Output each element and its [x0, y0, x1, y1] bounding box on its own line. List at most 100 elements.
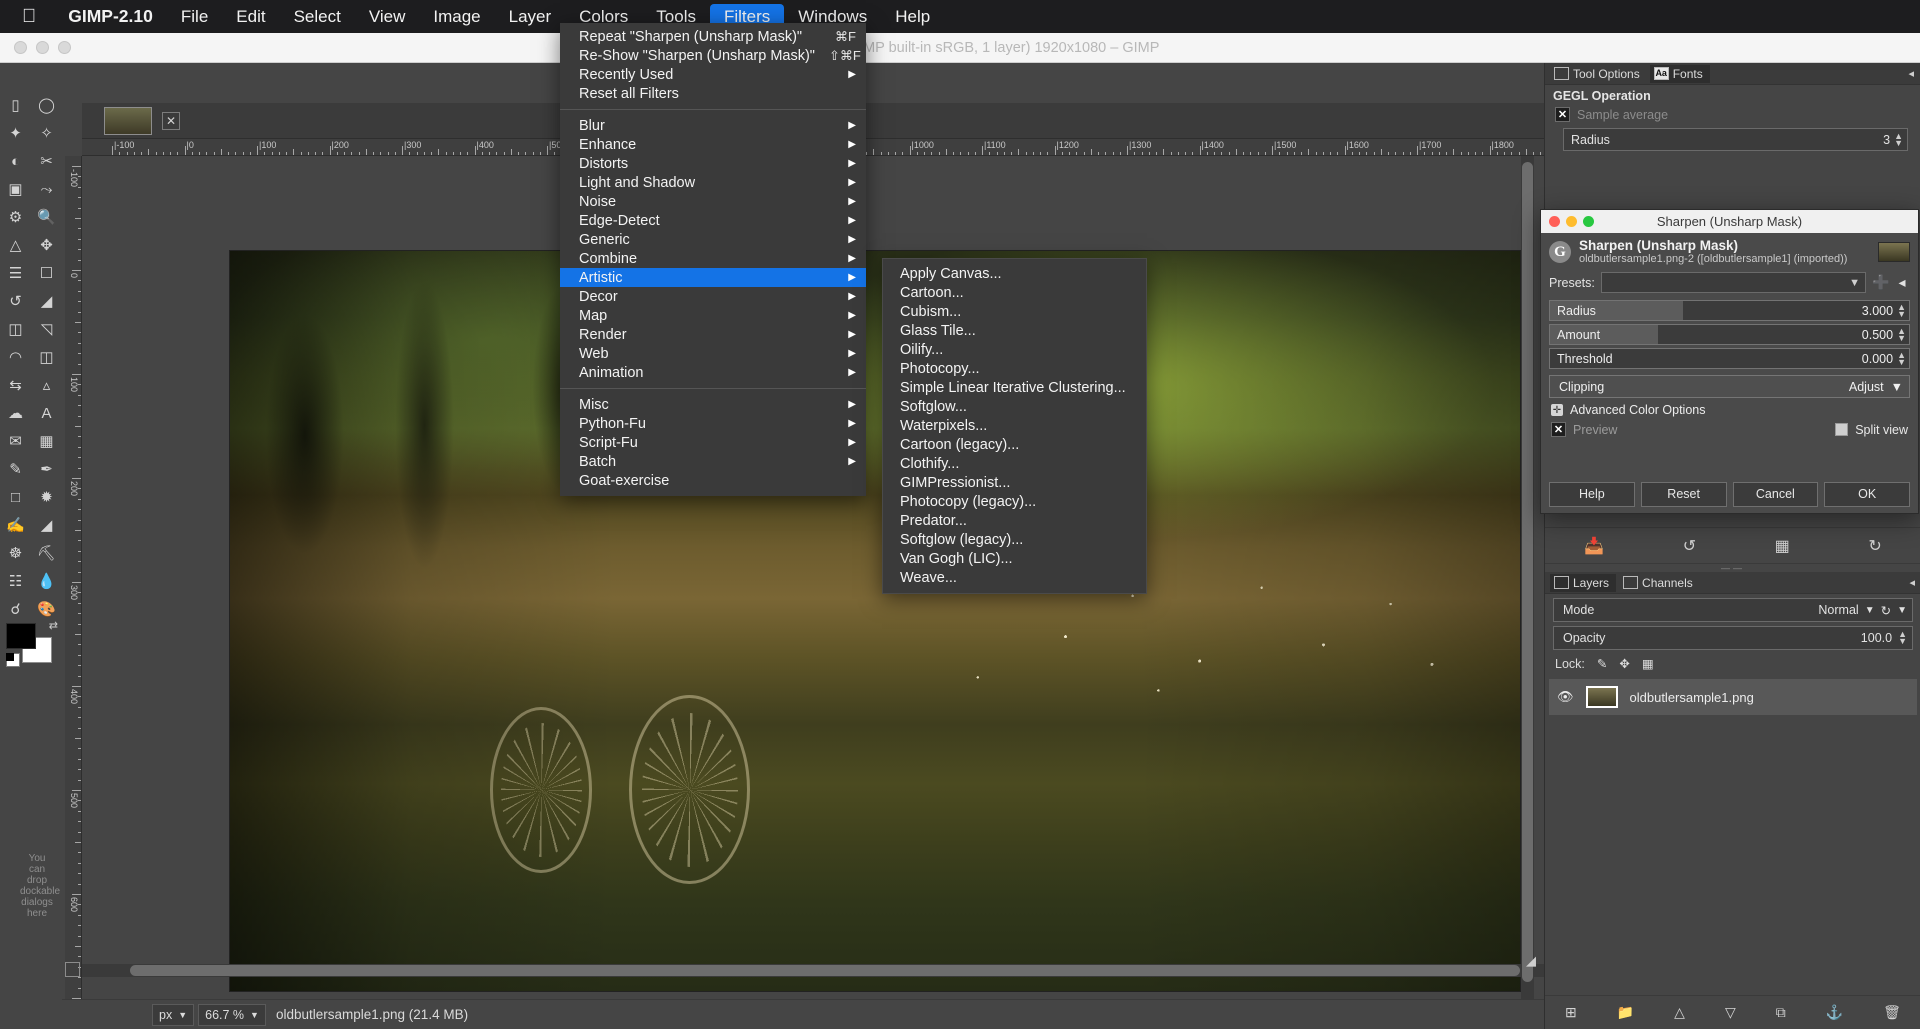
swap-colors-icon[interactable]: ⇄: [49, 619, 58, 632]
menu-item-artistic[interactable]: Artistic ▶: [560, 268, 866, 287]
submenu-item-weave[interactable]: Weave...: [883, 568, 1146, 587]
menu-item-batch[interactable]: Batch ▶: [560, 452, 866, 471]
ellipse-select-tool-icon[interactable]: ◯: [31, 91, 62, 119]
cage-transform-tool-icon[interactable]: ▵: [31, 371, 62, 399]
quick-mask-toggle-icon[interactable]: [65, 962, 80, 977]
anchor-layer-icon[interactable]: ⚓: [1826, 1004, 1843, 1021]
close-button[interactable]: [14, 41, 27, 54]
vertical-scrollbar[interactable]: [1521, 156, 1534, 1011]
menu-item-goat-exercise[interactable]: Goat-exercise: [560, 471, 866, 490]
lock-position-icon[interactable]: ✥: [1619, 656, 1629, 671]
color-swatch-area[interactable]: ⇄: [6, 620, 58, 669]
fuzzy-select-tool-icon[interactable]: ✧: [31, 119, 62, 147]
ok-button[interactable]: OK: [1824, 481, 1910, 507]
tab-tool-options[interactable]: Tool Options: [1550, 65, 1647, 83]
submenu-item-softglow[interactable]: Softglow...: [883, 397, 1146, 416]
foreground-select-tool-icon[interactable]: ▣: [0, 175, 31, 203]
window-controls[interactable]: [0, 41, 71, 54]
presets-combobox[interactable]: ▼: [1600, 272, 1866, 293]
menubar-item-view[interactable]: View: [355, 4, 420, 30]
measure-tool-icon[interactable]: △: [0, 231, 31, 259]
warp-transform-tool-icon[interactable]: ☁: [0, 399, 31, 427]
menu-item-misc[interactable]: Misc ▶: [560, 395, 866, 414]
spinner-icon[interactable]: ▲ ▼: [1897, 302, 1906, 318]
airbrush-tool-icon[interactable]: ✹: [31, 483, 62, 511]
tab-channels[interactable]: Channels: [1619, 574, 1700, 592]
menu-item-repeat-sharpen[interactable]: Repeat "Sharpen (Unsharp Mask)" ⌘F: [560, 27, 866, 46]
smudge-tool-icon[interactable]: ☌: [0, 595, 31, 623]
eraser-tool-icon[interactable]: □: [0, 483, 31, 511]
submenu-item-van-gogh-lic[interactable]: Van Gogh (LIC)...: [883, 549, 1146, 568]
paths-tool-icon[interactable]: ⤳: [31, 175, 62, 203]
unit-selector[interactable]: px ▼: [152, 1003, 195, 1026]
zoom-selector[interactable]: 66.7 % ▼: [198, 1003, 266, 1026]
alignment-tool-icon[interactable]: ☰: [0, 259, 31, 287]
submenu-item-photocopy-legacy[interactable]: Photocopy (legacy)...: [883, 492, 1146, 511]
blur-sharpen-tool-icon[interactable]: 💧: [31, 567, 62, 595]
navigation-preview-icon[interactable]: ◢: [1526, 953, 1536, 969]
clone-tool-icon[interactable]: ☸: [0, 539, 31, 567]
menu-item-map[interactable]: Map ▶: [560, 306, 866, 325]
submenu-item-softglow-legacy[interactable]: Softglow (legacy)...: [883, 530, 1146, 549]
raise-layer-icon[interactable]: △: [1674, 1004, 1685, 1021]
menu-item-script-fu[interactable]: Script-Fu ▶: [560, 433, 866, 452]
spinner-icon[interactable]: ▲ ▼: [1897, 350, 1906, 366]
menubar-item-select[interactable]: Select: [280, 4, 355, 30]
bucket-fill-tool-icon[interactable]: ✉: [0, 427, 31, 455]
clipping-combobox[interactable]: Clipping Adjust ▼: [1549, 375, 1910, 398]
amount-slider[interactable]: Amount 0.500 ▲ ▼: [1549, 324, 1910, 345]
tab-fonts[interactable]: Aa Fonts: [1649, 64, 1710, 83]
heal-tool-icon[interactable]: ⛏: [31, 539, 62, 567]
menu-item-generic[interactable]: Generic ▶: [560, 230, 866, 249]
menu-item-decor[interactable]: Decor ▶: [560, 287, 866, 306]
menu-item-enhance[interactable]: Enhance ▶: [560, 135, 866, 154]
gradient-tool-icon[interactable]: ▦: [31, 427, 62, 455]
menu-item-web[interactable]: Web ▶: [560, 344, 866, 363]
radius-slider[interactable]: Radius 3.000 ▲ ▼: [1549, 300, 1910, 321]
submenu-item-glass-tile[interactable]: Glass Tile...: [883, 321, 1146, 340]
menu-item-render[interactable]: Render ▶: [560, 325, 866, 344]
preset-menu-icon[interactable]: ◂: [1894, 274, 1910, 291]
ink-tool-icon[interactable]: ✍: [0, 511, 31, 539]
chevron-down-icon[interactable]: ▼: [1865, 605, 1875, 616]
lock-alpha-icon[interactable]: ▦: [1642, 656, 1654, 671]
default-colors-icon[interactable]: [6, 653, 20, 667]
chevron-down-icon[interactable]: ▼: [1897, 605, 1907, 616]
submenu-item-apply-canvas[interactable]: Apply Canvas...: [883, 264, 1146, 283]
menu-item-recently-used[interactable]: Recently Used ▶: [560, 65, 866, 84]
horizontal-scrollbar[interactable]: [82, 964, 1592, 977]
menu-item-distorts[interactable]: Distorts ▶: [560, 154, 866, 173]
submenu-item-predator[interactable]: Predator...: [883, 511, 1146, 530]
preview-checkbox[interactable]: ✕: [1551, 422, 1566, 437]
crop-tool-icon[interactable]: ☐: [31, 259, 62, 287]
vertical-ruler[interactable]: -1000100200300400500600700: [65, 156, 82, 1029]
maximize-button[interactable]: [58, 41, 71, 54]
menu-item-reset-all-filters[interactable]: Reset all Filters: [560, 84, 866, 103]
foreground-color-swatch[interactable]: [6, 623, 36, 649]
threshold-slider[interactable]: Threshold 0.000 ▲ ▼: [1549, 348, 1910, 369]
mypaint-brush-tool-icon[interactable]: ◢: [31, 511, 62, 539]
submenu-item-cartoon-legacy[interactable]: Cartoon (legacy)...: [883, 435, 1146, 454]
move-tool-icon[interactable]: ✥: [31, 231, 62, 259]
layer-opacity-row[interactable]: Opacity 100.0 ▲ ▼: [1553, 626, 1913, 650]
advanced-color-options-toggle[interactable]: ✛ Advanced Color Options: [1541, 398, 1918, 419]
3d-transform-tool-icon[interactable]: ◫: [31, 343, 62, 371]
split-view-checkbox[interactable]: [1835, 423, 1849, 436]
menu-item-combine[interactable]: Combine ▶: [560, 249, 866, 268]
layer-visibility-icon[interactable]: 👁: [1557, 689, 1574, 705]
list-item[interactable]: 👁 oldbutlersample1.png: [1549, 679, 1917, 715]
rotate-tool-icon[interactable]: ↺: [0, 287, 31, 315]
new-group-icon[interactable]: 📁: [1617, 1004, 1634, 1021]
menu-item-blur[interactable]: Blur ▶: [560, 116, 866, 135]
submenu-item-clothify[interactable]: Clothify...: [883, 454, 1146, 473]
reset-button[interactable]: Reset: [1640, 481, 1727, 507]
minimize-button[interactable]: [36, 41, 49, 54]
menu-item-reshow-sharpen[interactable]: Re-Show "Sharpen (Unsharp Mask)" ⇧⌘F: [560, 46, 866, 65]
flip-tool-icon[interactable]: ⇆: [0, 371, 31, 399]
plus-icon[interactable]: ➕: [1872, 274, 1889, 291]
tab-layers[interactable]: Layers: [1550, 573, 1617, 592]
scissors-select-tool-icon[interactable]: ✂: [31, 147, 62, 175]
dock-menu-icon[interactable]: ◂: [1909, 576, 1915, 589]
dock-menu-icon[interactable]: ◂: [1908, 67, 1914, 80]
new-layer-icon[interactable]: ⊞: [1565, 1004, 1577, 1021]
